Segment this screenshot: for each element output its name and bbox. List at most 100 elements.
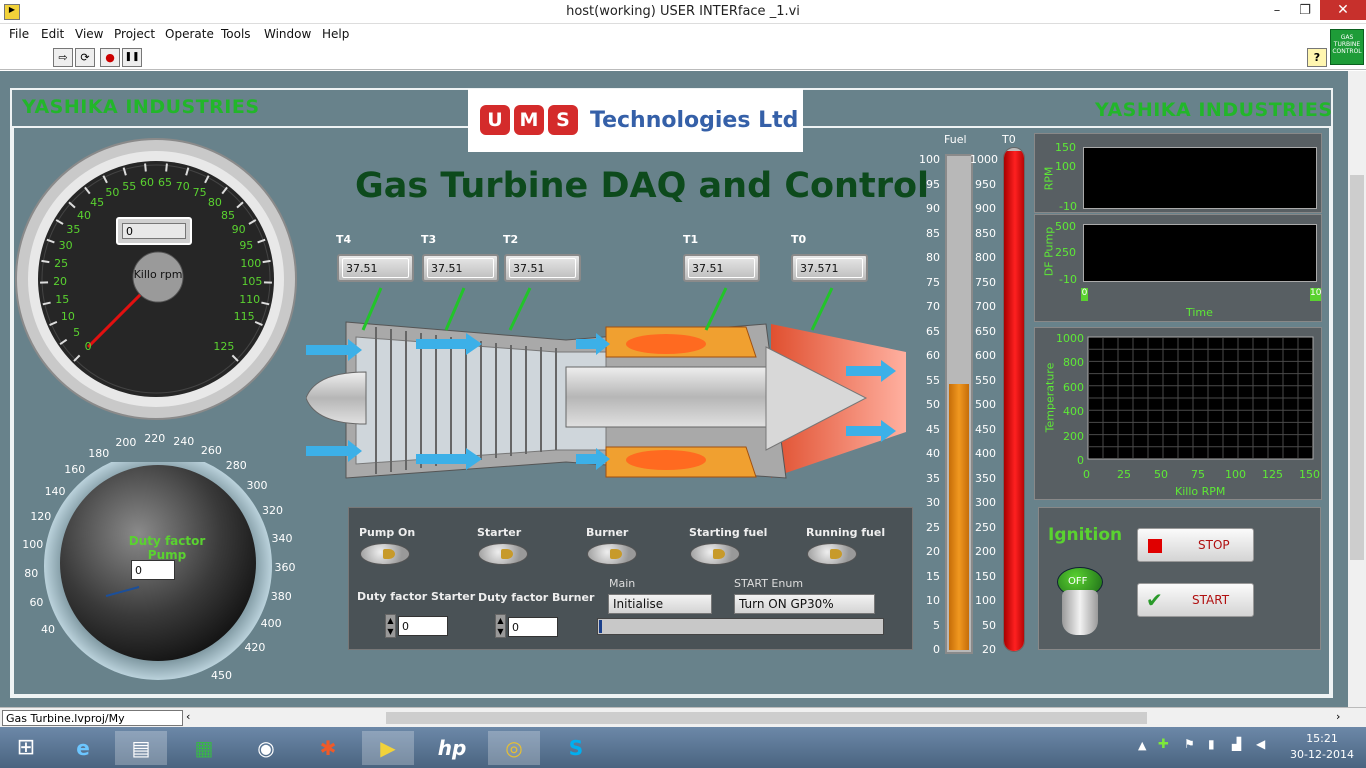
skype-icon[interactable]: S [550, 731, 602, 765]
pump-scale-label: 360 [274, 560, 296, 574]
menu-edit[interactable]: Edit [41, 27, 64, 41]
pump-scale-label: 420 [244, 641, 266, 655]
rpm-scale-label: 110 [239, 292, 261, 306]
scroll-right-arrow[interactable]: › [1336, 710, 1340, 723]
labview-taskbar-icon[interactable]: ▶ [362, 731, 414, 765]
fuel-scale-label: 35 [926, 471, 940, 485]
pump-scale: 40 60 80 100 120 140 160 180 200 220 240 260 280 300 3… [0, 0, 295, 682]
t0-scale-label: 150 [975, 569, 996, 583]
menu-file[interactable]: File [9, 27, 29, 41]
title-bar: ▶ host(working) USER INTERface _1.vi – ❐… [0, 0, 1366, 24]
t0-thermometer-label: T0 [1002, 133, 1016, 146]
fuel-scale-label: 50 [926, 398, 940, 411]
camera-app-icon[interactable]: ◉ [240, 731, 292, 765]
temp-graph-xtick: 100 [1225, 468, 1246, 481]
pump-scale-label: 180 [88, 446, 110, 460]
tray-signal-icon[interactable]: ▟ [1232, 737, 1241, 751]
tray-battery-icon[interactable]: ▮ [1208, 737, 1215, 751]
t0-scale-label: 550 [975, 373, 996, 387]
menu-view[interactable]: View [75, 27, 103, 41]
menu-help[interactable]: Help [322, 27, 349, 41]
rpm-scale-label: 30 [58, 239, 73, 253]
rpm-chart-tick-100: 100 [1055, 160, 1076, 173]
pump-scale-label: 280 [225, 458, 247, 472]
t0-label: T0 [791, 233, 807, 246]
close-button[interactable]: ✕ [1320, 0, 1366, 20]
chrome-icon[interactable]: ◎ [488, 731, 540, 765]
tray-chevron-icon[interactable]: ▲ [1138, 739, 1146, 752]
temp-graph-xtick: 0 [1083, 468, 1090, 481]
t4-label: T4 [336, 233, 352, 246]
df-plot-area [1083, 224, 1317, 282]
pump-scale-label: 160 [64, 463, 86, 477]
t0-level-fill [1004, 151, 1024, 651]
pause-icon[interactable]: ❚❚ [122, 48, 142, 67]
scroll-left-arrow[interactable]: ‹ [186, 710, 190, 723]
t3-value: 37.51 [422, 254, 499, 282]
page-title: Gas Turbine DAQ and Control [355, 166, 929, 206]
turbine-illustration [306, 287, 906, 479]
file-explorer-icon[interactable]: ▤ [115, 731, 167, 765]
stop-button[interactable]: STOP [1137, 528, 1254, 562]
brand-left: YASHIKA INDUSTRIES [22, 96, 260, 118]
temp-graph-ytick: 600 [1063, 380, 1084, 394]
maximize-button[interactable]: ❐ [1290, 0, 1320, 22]
tray-volume-icon[interactable]: ◀ [1256, 737, 1265, 751]
windows-start-icon[interactable]: ⊞ [0, 731, 52, 765]
start-enum-value: Turn ON GP30% [734, 594, 875, 614]
duty-starter-stepper[interactable]: ▲ ▼ [385, 614, 396, 638]
tray-network-plus-icon[interactable]: ✚ [1158, 737, 1169, 752]
fuel-scale-label: 60 [926, 349, 940, 362]
hp-icon[interactable]: hp [426, 731, 478, 765]
menu-window[interactable]: Window [264, 27, 311, 41]
fuel-scale-label: 25 [926, 520, 940, 534]
rpm-scale-label: 80 [207, 196, 222, 210]
fuel-scale-label: 75 [926, 275, 940, 289]
abort-icon[interactable]: ● [100, 48, 120, 67]
df-xmax-marker[interactable]: 10 [1310, 288, 1321, 301]
stop-label: STOP [1198, 538, 1230, 552]
pump-scale-label: 260 [200, 443, 222, 457]
temp-graph-ytick: 400 [1063, 405, 1084, 419]
toolbar: ⇨ ⟳ ● ❚❚ ? [0, 44, 1366, 70]
menu-operate[interactable]: Operate [165, 27, 214, 41]
run-icon[interactable]: ⇨ [53, 48, 73, 67]
rpm-scale-label: 40 [76, 208, 91, 222]
duty-starter-input[interactable]: 0 [398, 616, 448, 636]
horizontal-scroll-thumb[interactable] [386, 712, 1147, 724]
rpm-chart-ylabel: RPM [1042, 166, 1056, 191]
clock-time[interactable]: 15:21 [1290, 732, 1354, 745]
ignition-toggle-lever[interactable] [1062, 590, 1098, 635]
t0-scale-label: 300 [975, 496, 996, 509]
internet-explorer-icon[interactable]: e [57, 731, 109, 765]
df-xmin-marker[interactable]: 0 [1081, 288, 1088, 301]
clock-date[interactable]: 30-12-2014 [1290, 748, 1354, 761]
start-label: START [1192, 593, 1230, 607]
rpm-scale-label: 25 [54, 256, 69, 270]
logo-letter-u: U [480, 105, 510, 135]
context-help-icon[interactable]: ? [1307, 48, 1327, 67]
menu-project[interactable]: Project [114, 27, 155, 41]
start-button[interactable]: ✔ START [1137, 583, 1254, 617]
tray-flag-icon[interactable]: ⚑ [1184, 737, 1195, 751]
project-path[interactable]: Gas Turbine.lvproj/My Computer [2, 710, 183, 738]
t0-scale-label: 700 [975, 300, 996, 313]
vertical-scroll-thumb[interactable] [1350, 175, 1364, 560]
minimize-button[interactable]: – [1262, 0, 1292, 22]
logo-text: Technologies Ltd [590, 108, 799, 133]
run-continuously-icon[interactable]: ⟳ [75, 48, 95, 67]
df-pump-chart: DF Pump 500 250 -10 0 10 Time [1034, 214, 1322, 322]
fuel-scale: 100 95 90 85 80 75 70 65 60 55 50 45 40 35 30 25 20 15 10 5… [914, 153, 944, 663]
photo-app-icon[interactable]: ✱ [302, 731, 354, 765]
temp-graph-ytick: 1000 [1056, 332, 1084, 345]
duty-burner-stepper[interactable]: ▲ ▼ [495, 614, 506, 638]
fuel-scale-label: 90 [926, 202, 940, 215]
store-icon[interactable]: ▦ [178, 731, 230, 765]
fuel-scale-label: 45 [926, 422, 940, 436]
rpm-scale-label: 105 [241, 275, 263, 288]
pump-duty-input[interactable]: 0 [131, 560, 175, 580]
t0-scale-label: 900 [975, 202, 996, 215]
temp-graph-xlabel: Killo RPM [1175, 485, 1226, 498]
duty-burner-input[interactable]: 0 [508, 617, 558, 637]
menu-tools[interactable]: Tools [221, 27, 251, 41]
